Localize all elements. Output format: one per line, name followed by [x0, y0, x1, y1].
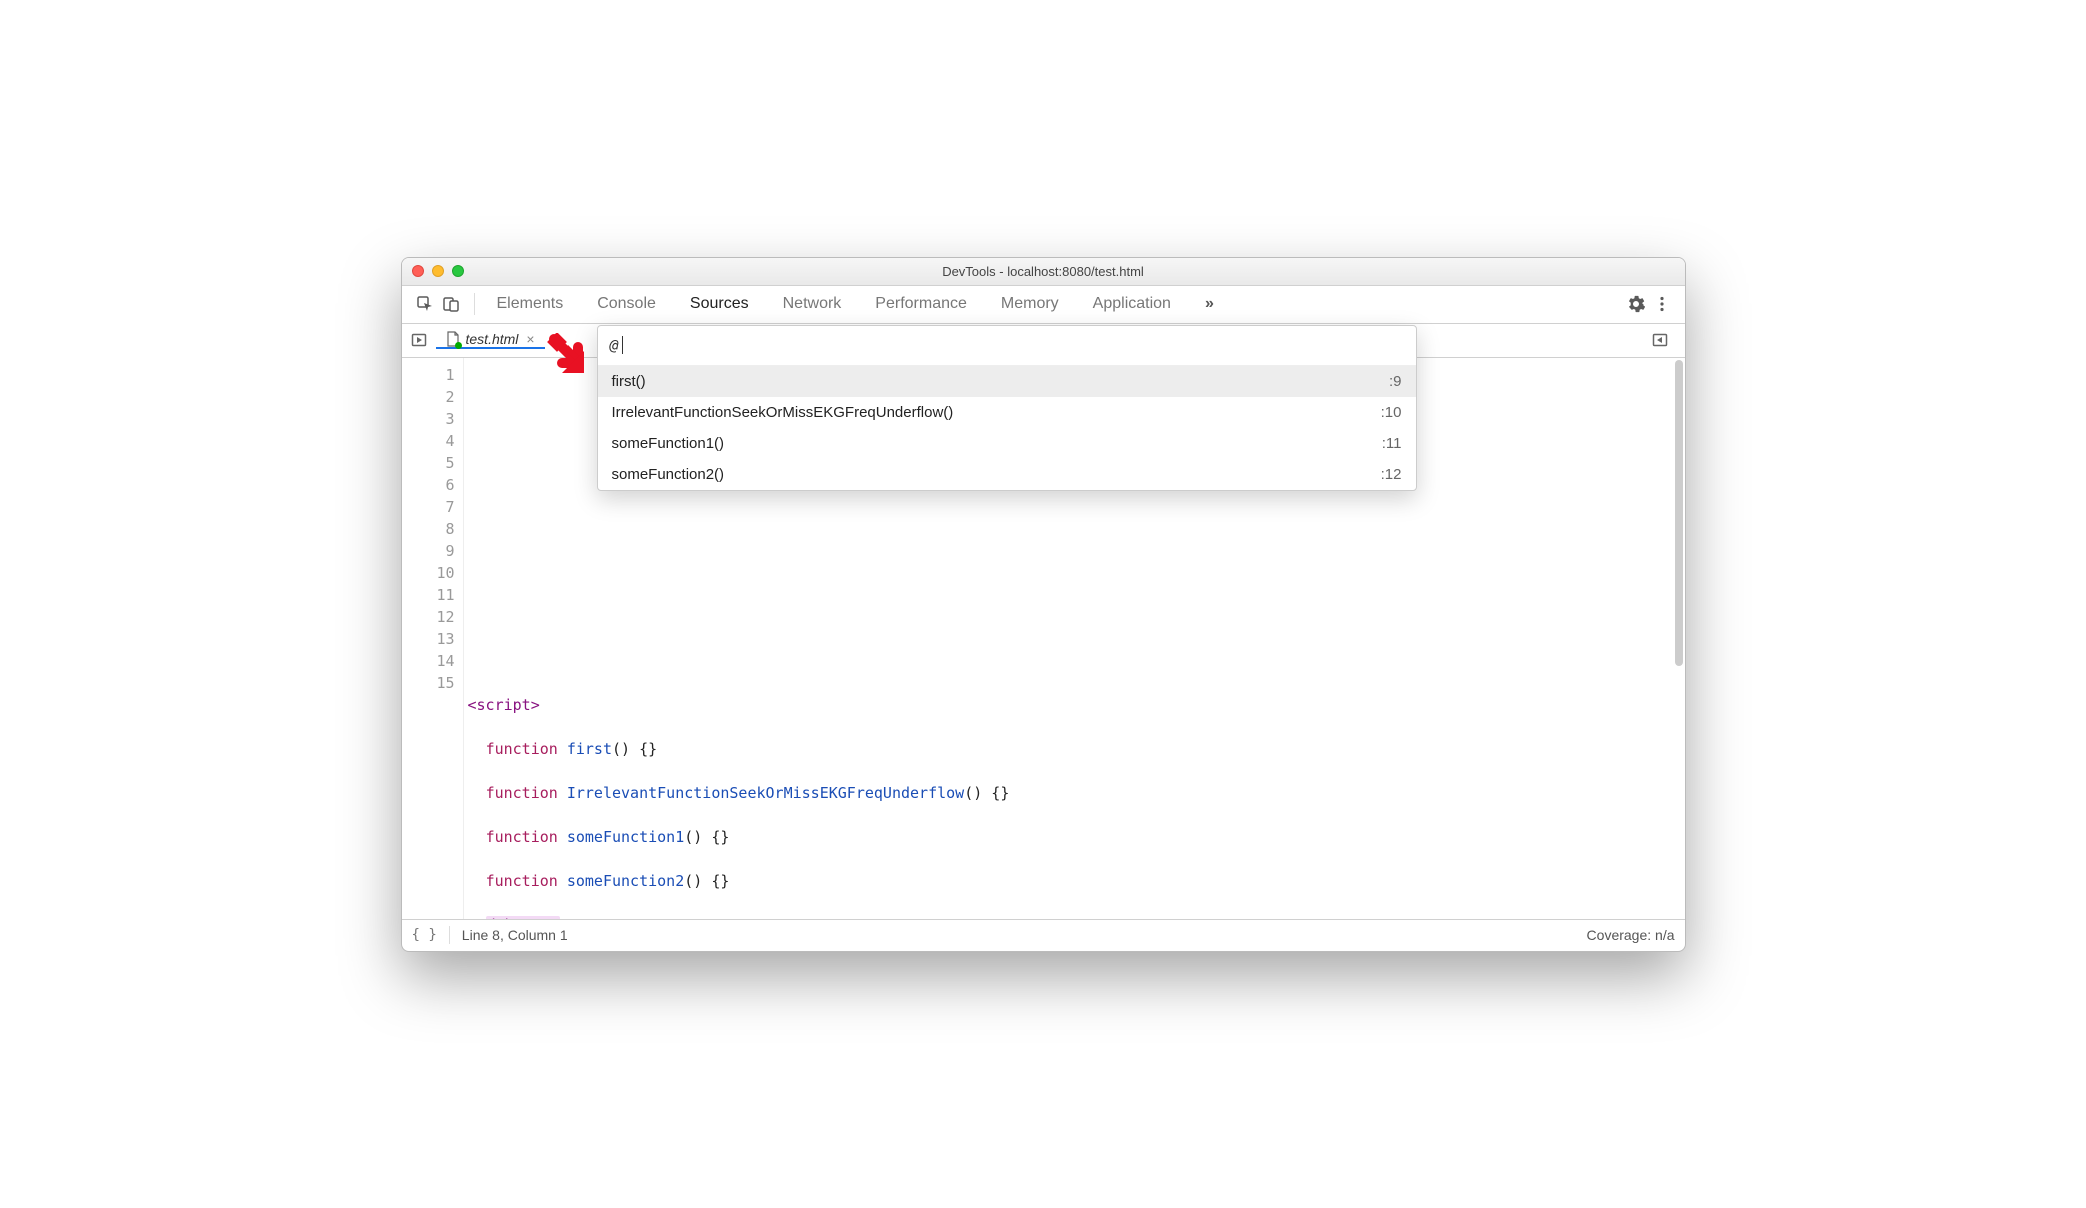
goto-symbol-input-text: @ — [610, 336, 619, 354]
tab-elements[interactable]: Elements — [495, 289, 566, 319]
goto-symbol-input[interactable]: @ — [598, 326, 1416, 366]
file-tab-label: test.html — [466, 331, 519, 347]
tabs-overflow-icon[interactable]: » — [1203, 289, 1216, 319]
main-toolbar: Elements Console Sources Network Perform… — [402, 286, 1685, 324]
pretty-print-icon[interactable]: { } — [412, 927, 437, 943]
autocomplete-item[interactable]: someFunction1() :11 — [598, 428, 1416, 459]
autocomplete-item[interactable]: IrrelevantFunctionSeekOrMissEKGFreqUnder… — [598, 397, 1416, 428]
document-icon — [446, 331, 460, 347]
navigator-toggle-icon[interactable] — [402, 331, 436, 349]
tab-console[interactable]: Console — [595, 289, 658, 319]
goto-symbol-popup: @ first() :9 IrrelevantFunctionSeekOrMis… — [597, 325, 1417, 491]
autocomplete-item-line: :9 — [1389, 373, 1402, 390]
minimize-window-button[interactable] — [432, 265, 444, 277]
close-window-button[interactable] — [412, 265, 424, 277]
traffic-lights — [412, 265, 464, 277]
file-tab-test-html[interactable]: test.html × — [436, 331, 545, 349]
tab-network[interactable]: Network — [781, 289, 844, 319]
separator — [449, 926, 450, 944]
window-title: DevTools - localhost:8080/test.html — [402, 264, 1685, 279]
tab-sources[interactable]: Sources — [688, 289, 751, 319]
autocomplete-item-line: :10 — [1381, 404, 1402, 421]
tab-application[interactable]: Application — [1091, 289, 1173, 319]
separator — [474, 293, 475, 315]
tab-performance[interactable]: Performance — [873, 289, 969, 319]
settings-gear-icon[interactable] — [1623, 291, 1649, 317]
inspect-element-icon[interactable] — [412, 291, 438, 317]
autocomplete-item-line: :11 — [1382, 435, 1402, 452]
close-tab-icon[interactable]: × — [526, 331, 534, 347]
scrollbar[interactable] — [1675, 360, 1683, 917]
autocomplete-item-name: first() — [612, 373, 1389, 390]
status-bar: { } Line 8, Column 1 Coverage: n/a — [402, 919, 1685, 951]
line-gutter: 123 456 789 101112 131415 — [402, 358, 464, 919]
scrollbar-thumb[interactable] — [1675, 360, 1683, 666]
debugger-pane-toggle-icon[interactable] — [1643, 331, 1677, 349]
maximize-window-button[interactable] — [452, 265, 464, 277]
tab-memory[interactable]: Memory — [999, 289, 1061, 319]
panel-tabs: Elements Console Sources Network Perform… — [495, 289, 1216, 319]
device-toggle-icon[interactable] — [438, 291, 464, 317]
autocomplete-item[interactable]: first() :9 — [598, 366, 1416, 397]
text-caret — [622, 336, 623, 354]
autocomplete-item-name: someFunction2() — [612, 466, 1381, 483]
coverage-status: Coverage: n/a — [1587, 927, 1675, 943]
cursor-position: Line 8, Column 1 — [462, 927, 568, 943]
more-menu-icon[interactable] — [1649, 291, 1675, 317]
autocomplete-item-name: IrrelevantFunctionSeekOrMissEKGFreqUnder… — [612, 404, 1381, 421]
devtools-window: DevTools - localhost:8080/test.html Elem… — [401, 257, 1686, 952]
autocomplete-item-line: :12 — [1381, 466, 1402, 483]
titlebar: DevTools - localhost:8080/test.html — [402, 258, 1685, 286]
autocomplete-item-name: someFunction1() — [612, 435, 1382, 452]
autocomplete-item[interactable]: someFunction2() :12 — [598, 459, 1416, 490]
